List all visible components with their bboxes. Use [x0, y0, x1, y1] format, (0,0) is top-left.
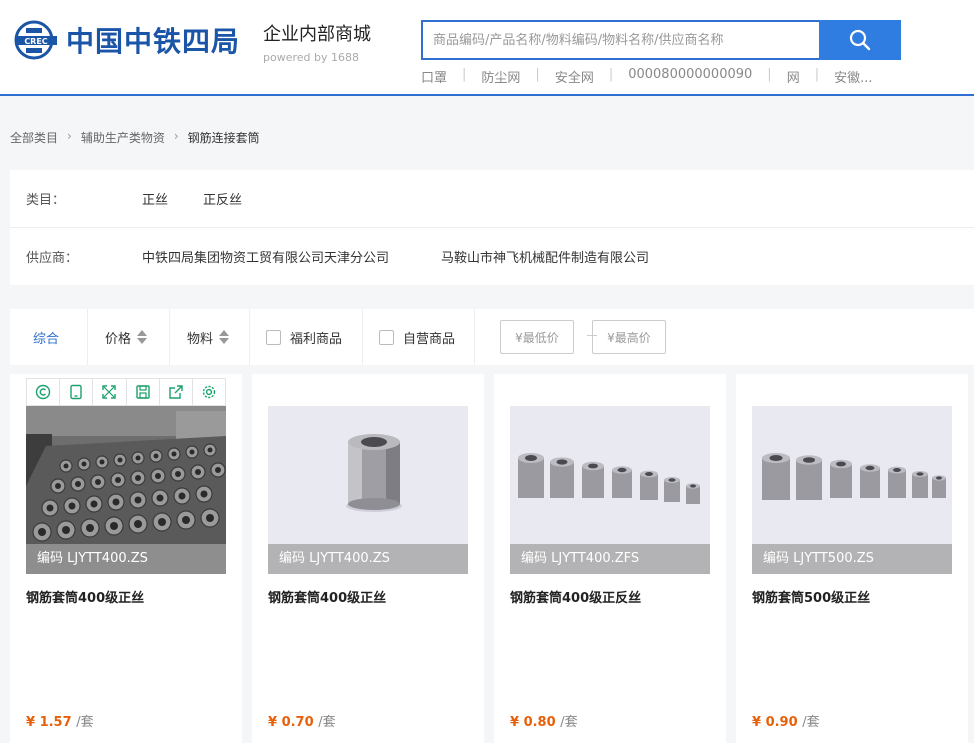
hot-term[interactable]: 000080000000090 — [628, 67, 752, 86]
product-name[interactable]: 钢筋套筒400级正反丝 — [510, 587, 641, 606]
product-name[interactable]: 钢筋套筒400级正丝 — [26, 587, 144, 606]
breadcrumb-aux-materials[interactable]: 辅助生产类物资 — [81, 129, 165, 146]
tablet-icon[interactable] — [60, 379, 94, 405]
product-code: 编码 LJYTT400.ZS — [26, 544, 226, 574]
logo[interactable]: CREC 中国中铁四局 — [12, 20, 240, 60]
category-label: 类目： — [26, 193, 66, 208]
breadcrumb: 全部类目 › 辅助生产类物资 › 钢筋连接套筒 — [10, 129, 260, 146]
hot-term[interactable]: 防尘网 — [481, 67, 520, 86]
price-unit: /套 — [802, 715, 820, 730]
sort-bar: 综合 价格 物料 福利商品 自营商品 ¥最低价 ¥最高价 — [10, 309, 974, 365]
supplier-option[interactable]: 马鞍山市神飞机械配件制造有限公司 — [441, 247, 649, 266]
category-option[interactable]: 正反丝 — [203, 189, 242, 208]
welfare-checkbox[interactable]: 福利商品 — [266, 309, 342, 365]
product-code: 编码 LJYTT500.ZS — [752, 544, 952, 574]
product-image[interactable]: 编码 LJYTT400.ZS — [268, 406, 468, 574]
product-image[interactable]: 编码 LJYTT400.ZS — [26, 406, 226, 574]
hot-search-terms: 口罩 | 防尘网 | 安全网 | 000080000000090 | 网 | 安… — [421, 67, 873, 86]
gear-icon[interactable] — [193, 379, 225, 405]
product-price: ¥ 0.80 /套 — [510, 711, 578, 730]
divider — [87, 309, 88, 365]
price-value: ¥ 0.90 — [752, 715, 798, 730]
filter-panel: 类目： 正丝 正反丝 供应商： 中铁四局集团物资工贸有限公司天津分公司 马鞍山市… — [10, 170, 974, 285]
sort-comprehensive-label: 综合 — [33, 331, 60, 347]
sort-price[interactable]: 价格 — [105, 309, 148, 365]
fullscreen-icon[interactable] — [93, 379, 127, 405]
max-price-input[interactable]: ¥最高价 — [592, 320, 666, 354]
divider — [362, 309, 363, 365]
breadcrumb-all-categories[interactable]: 全部类目 — [10, 129, 58, 146]
sort-material-label: 物料 — [187, 331, 214, 347]
product-price: ¥ 0.90 /套 — [752, 711, 820, 730]
chevron-right-icon: › — [67, 129, 72, 143]
welfare-label: 福利商品 — [290, 331, 343, 347]
logo-text: 中国中铁四局 — [66, 25, 241, 58]
price-value: ¥ 0.70 — [268, 715, 314, 730]
self-operated-checkbox[interactable]: 自营商品 — [379, 309, 455, 365]
supplier-label: 供应商： — [26, 250, 79, 266]
product-code: 编码 LJYTT400.ZFS — [510, 544, 710, 574]
divider: | — [814, 67, 820, 82]
sort-price-label: 价格 — [105, 331, 132, 347]
min-price-input[interactable]: ¥最低价 — [500, 320, 574, 354]
hot-term[interactable]: 安徽... — [834, 67, 872, 86]
price-value: ¥ 1.57 — [26, 715, 72, 730]
divider — [169, 309, 170, 365]
search-bar — [421, 20, 901, 60]
divider — [249, 309, 250, 365]
supplier-option[interactable]: 中铁四局集团物资工贸有限公司天津分公司 — [142, 247, 389, 266]
save-icon[interactable] — [127, 379, 160, 405]
price-value: ¥ 0.80 — [510, 715, 556, 730]
chevron-right-icon: › — [173, 129, 179, 143]
sort-arrows-icon — [219, 330, 230, 344]
divider: | — [608, 67, 614, 82]
hot-term[interactable]: 口罩 — [421, 67, 447, 86]
breadcrumb-current: 钢筋连接套筒 — [187, 131, 260, 145]
product-name[interactable]: 钢筋套筒400级正丝 — [268, 587, 386, 606]
product-code: 编码 LJYTT400.ZS — [268, 544, 468, 574]
divider: | — [462, 67, 467, 82]
product-image[interactable]: 编码 LJYTT500.ZS — [752, 406, 952, 574]
mall-title-block: 企业内部商城 powered by 1688 — [263, 20, 371, 64]
share-icon[interactable] — [160, 379, 193, 405]
product-price: ¥ 1.57 /套 — [26, 711, 94, 730]
search-button[interactable] — [819, 20, 901, 60]
self-operated-label: 自营商品 — [403, 331, 456, 347]
hot-term[interactable]: 安全网 — [555, 67, 594, 86]
price-unit: /套 — [560, 715, 578, 730]
search-icon — [849, 29, 871, 51]
sort-comprehensive[interactable]: 综合 — [33, 309, 59, 365]
crec-logo-icon: CREC — [12, 20, 60, 60]
price-unit: /套 — [76, 715, 94, 730]
price-unit: /套 — [318, 715, 336, 730]
search-input[interactable] — [421, 20, 819, 60]
checkbox-icon — [379, 329, 394, 345]
category-filter-row: 类目： 正丝 正反丝 — [10, 170, 974, 227]
site-header: CREC 中国中铁四局 企业内部商城 powered by 1688 口罩 | … — [0, 0, 974, 96]
sort-material[interactable]: 物料 — [187, 309, 230, 365]
product-image[interactable]: 编码 LJYTT400.ZFS — [510, 406, 710, 574]
mall-title: 企业内部商城 — [263, 24, 371, 45]
divider: | — [767, 67, 772, 82]
sort-arrows-icon — [137, 330, 148, 344]
divider: | — [535, 67, 540, 82]
product-name[interactable]: 钢筋套筒500级正丝 — [752, 587, 870, 606]
supplier-filter-row: 供应商： 中铁四局集团物资工贸有限公司天津分公司 马鞍山市神飞机械配件制造有限公… — [10, 227, 974, 284]
product-card[interactable]: 编码 LJYTT400.ZS 钢筋套筒400级正丝 ¥ 0.70 /套 — [252, 374, 484, 743]
hot-term[interactable]: 网 — [787, 67, 800, 86]
product-toolbar — [26, 378, 226, 406]
product-price: ¥ 0.70 /套 — [268, 711, 336, 730]
product-card[interactable]: 编码 LJYTT400.ZS 钢筋套筒400级正丝 ¥ 1.57 /套 — [10, 374, 242, 743]
checkbox-icon — [266, 329, 281, 345]
mall-subtitle: powered by 1688 — [263, 51, 359, 64]
divider — [474, 309, 475, 365]
copyright-icon[interactable] — [27, 379, 61, 405]
product-card[interactable]: 编码 LJYTT400.ZFS 钢筋套筒400级正反丝 ¥ 0.80 /套 — [494, 374, 726, 743]
logo-mark-text: CREC — [24, 37, 47, 46]
product-card[interactable]: 编码 LJYTT500.ZS 钢筋套筒500级正丝 ¥ 0.90 /套 — [736, 374, 968, 743]
category-option[interactable]: 正丝 — [142, 189, 168, 208]
